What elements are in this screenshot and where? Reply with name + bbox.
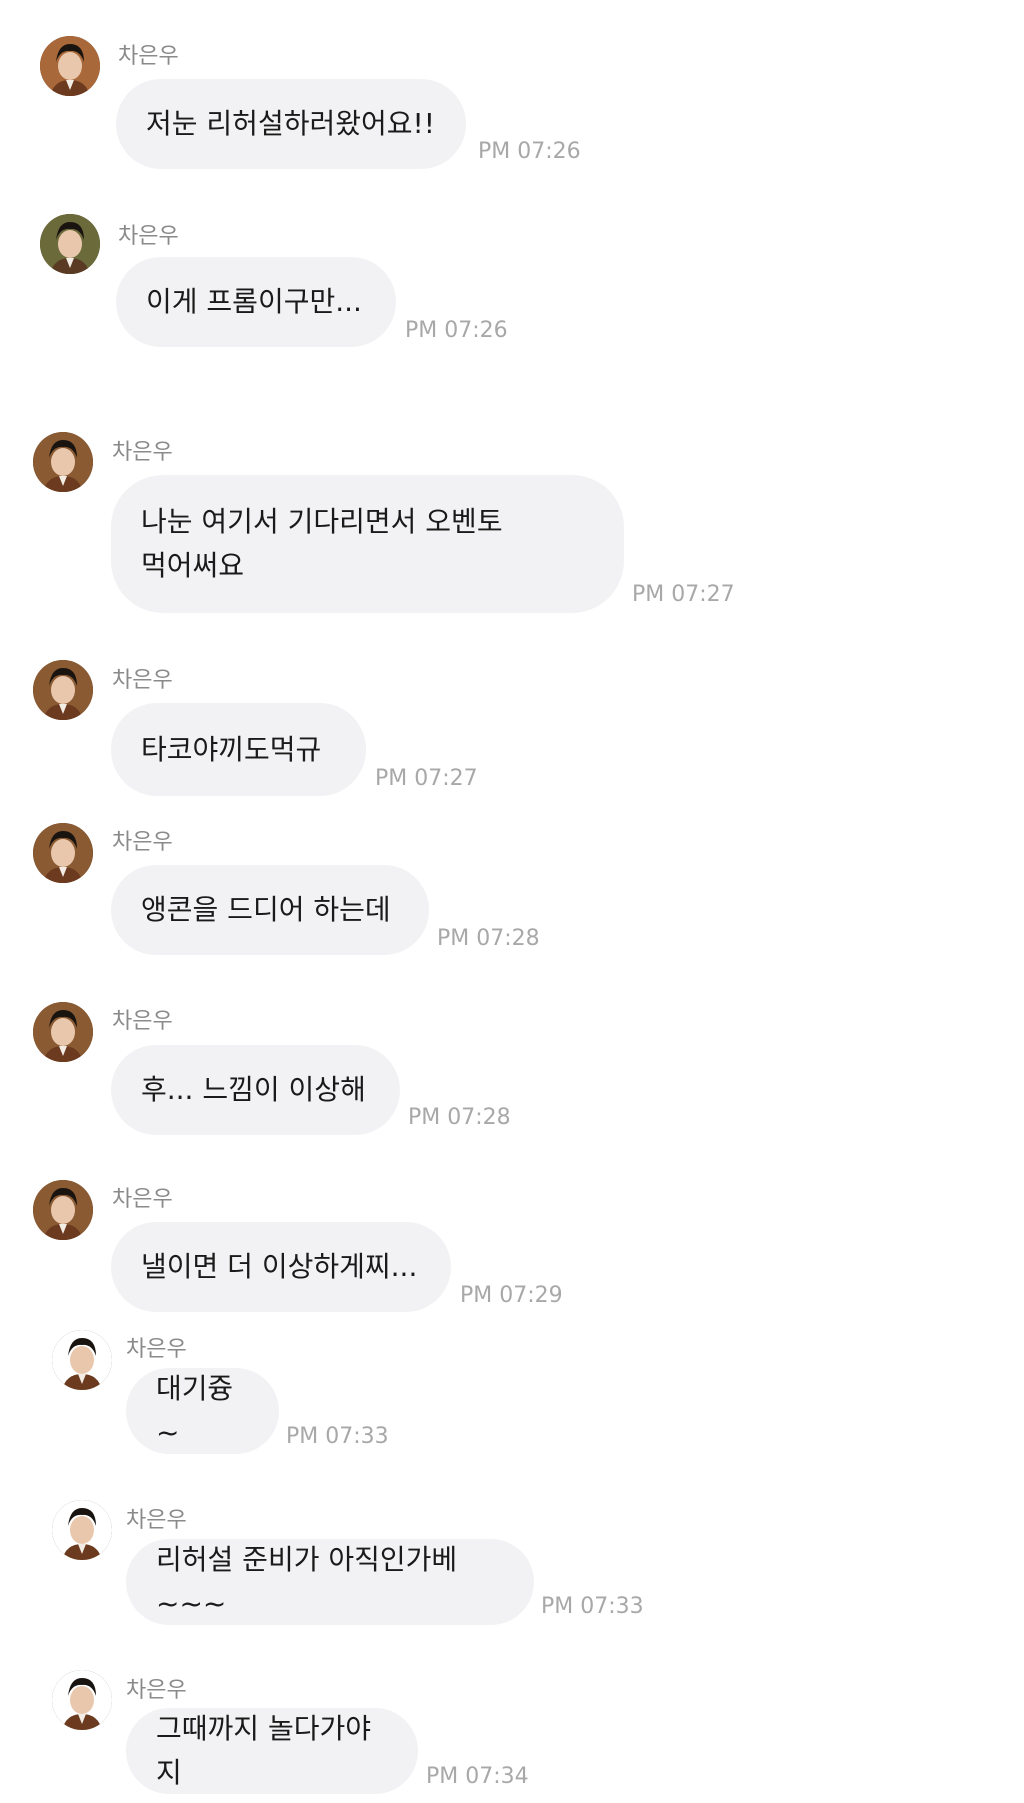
avatar[interactable]	[52, 1500, 112, 1560]
sender-name: 차은우	[112, 440, 173, 465]
sender-name: 차은우	[112, 668, 173, 693]
profile-photo-icon	[40, 214, 100, 274]
message-time: PM 07:27	[375, 766, 478, 791]
message-time: PM 07:33	[541, 1594, 644, 1619]
profile-photo-icon	[33, 823, 93, 883]
avatar[interactable]	[33, 823, 93, 883]
avatar[interactable]	[40, 214, 100, 274]
profile-photo-icon	[33, 660, 93, 720]
message-time: PM 07:26	[405, 318, 508, 343]
profile-photo-icon	[40, 36, 100, 96]
message-bubble[interactable]: 타코야끼도먹규	[111, 703, 366, 796]
message-time: PM 07:27	[632, 582, 735, 607]
avatar[interactable]	[33, 1002, 93, 1062]
message-time: PM 07:28	[437, 926, 540, 951]
message-bubble[interactable]: 저눈 리허설하러왔어요!!	[116, 79, 466, 169]
sender-name: 차은우	[112, 1009, 173, 1034]
message-bubble[interactable]: 이게 프롬이구만...	[116, 257, 396, 347]
message-bubble[interactable]: 리허설 준비가 아직인가베~~~	[126, 1539, 534, 1625]
sender-name: 차은우	[118, 224, 179, 249]
sender-name: 차은우	[112, 1187, 173, 1212]
profile-photo-icon	[33, 432, 93, 492]
message-time: PM 07:34	[426, 1764, 529, 1789]
avatar[interactable]	[40, 36, 100, 96]
avatar[interactable]	[33, 432, 93, 492]
message-time: PM 07:33	[286, 1424, 389, 1449]
message-bubble[interactable]: 그때까지 놀다가야지	[126, 1708, 418, 1794]
avatar[interactable]	[33, 660, 93, 720]
profile-photo-icon	[33, 1180, 93, 1240]
profile-photo-icon	[33, 1002, 93, 1062]
sender-name: 차은우	[126, 1678, 187, 1703]
message-bubble[interactable]: 나눈 여기서 기다리면서 오벤토 먹어써요	[111, 475, 624, 613]
avatar[interactable]	[52, 1330, 112, 1390]
message-bubble[interactable]: 앵콘을 드디어 하는데	[111, 865, 429, 955]
avatar[interactable]	[33, 1180, 93, 1240]
profile-photo-icon	[52, 1670, 112, 1730]
message-bubble[interactable]: 낼이면 더 이상하게찌...	[111, 1222, 451, 1312]
sender-name: 차은우	[118, 44, 179, 69]
message-bubble[interactable]: 후... 느낌이 이상해	[111, 1045, 400, 1135]
message-bubble[interactable]: 대기즁~	[126, 1368, 279, 1454]
message-time: PM 07:26	[478, 139, 581, 164]
profile-photo-icon	[52, 1500, 112, 1560]
message-time: PM 07:28	[408, 1105, 511, 1130]
avatar[interactable]	[52, 1670, 112, 1730]
sender-name: 차은우	[126, 1337, 187, 1362]
profile-photo-icon	[52, 1330, 112, 1390]
sender-name: 차은우	[112, 830, 173, 855]
sender-name: 차은우	[126, 1508, 187, 1533]
message-time: PM 07:29	[460, 1283, 563, 1308]
